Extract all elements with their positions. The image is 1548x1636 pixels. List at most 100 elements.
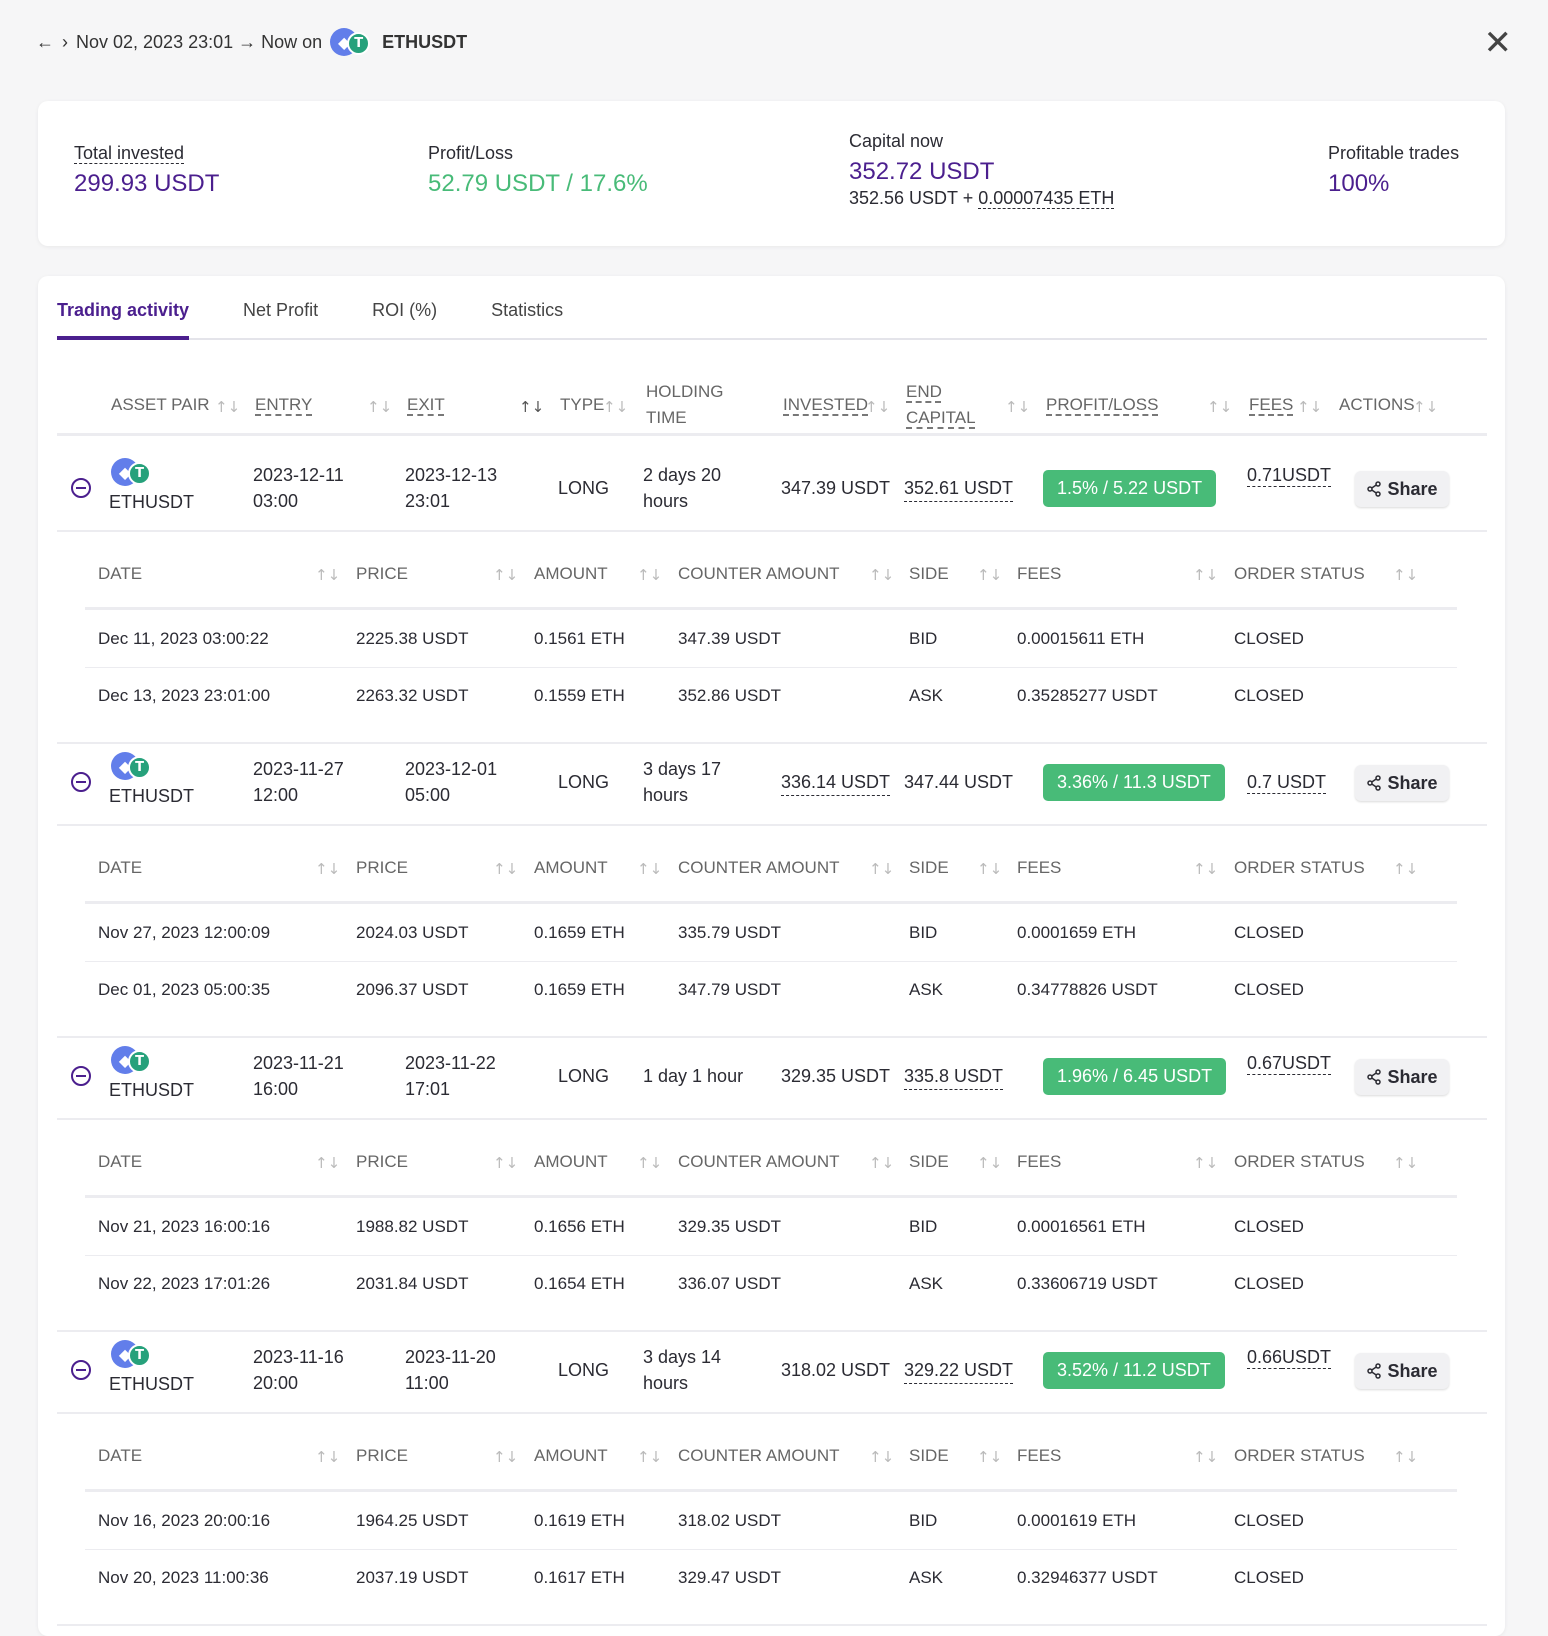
sort-icon[interactable]: ↑↓ [869,566,894,584]
order-col-date[interactable]: DATE [98,858,142,878]
collapse-icon[interactable] [71,772,91,792]
sort-icon[interactable]: ↑↓ [1005,398,1030,416]
order-col-status[interactable]: ORDER STATUS [1234,1446,1365,1466]
order-col-amount[interactable]: AMOUNT [534,564,608,584]
col-type[interactable]: TYPE [560,392,604,418]
sort-icon[interactable]: ↑↓ [1297,398,1322,416]
chevron-right-icon[interactable]: › [62,32,68,53]
sort-icon[interactable]: ↑↓ [869,1154,894,1172]
sort-icon[interactable]: ↑↓ [637,1448,662,1466]
order-col-status[interactable]: ORDER STATUS [1234,858,1365,878]
sort-icon[interactable]: ↑↓ [977,1154,1002,1172]
collapse-icon[interactable] [71,1066,91,1086]
sort-icon[interactable]: ↑↓ [637,1154,662,1172]
total-invested-label[interactable]: Total invested [74,143,185,164]
order-col-side[interactable]: SIDE [909,858,949,878]
collapse-icon[interactable] [71,478,91,498]
trade-row[interactable]: ◆ T ETHUSDT 2023-11-16 20:00 2023-11-20 11… [57,1326,1487,1414]
trade-fees[interactable]: 0.7 USDT [1247,769,1327,795]
order-col-status[interactable]: ORDER STATUS [1234,564,1365,584]
order-col-price[interactable]: PRICE [356,1152,408,1172]
share-button[interactable]: Share [1355,471,1449,507]
order-col-side[interactable]: SIDE [909,564,949,584]
sort-icon[interactable]: ↑↓ [1393,1448,1418,1466]
order-col-amount[interactable]: AMOUNT [534,1446,608,1466]
sort-icon[interactable]: ↑↓ [493,860,518,878]
trade-row[interactable]: ◆ T ETHUSDT 2023-12-11 03:00 2023-12-13 23… [57,444,1487,532]
back-arrow-icon[interactable]: ← [36,32,54,53]
order-col-price[interactable]: PRICE [356,858,408,878]
sort-icon[interactable]: ↑↓ [977,1448,1002,1466]
sort-icon[interactable]: ↑↓ [493,1448,518,1466]
col-profit-loss[interactable]: PROFIT/LOSS [1046,392,1158,418]
sort-icon[interactable]: ↑↓ [1193,860,1218,878]
sort-icon[interactable]: ↑↓ [1413,398,1438,416]
trade-row[interactable]: ◆ T ETHUSDT 2023-11-21 16:00 2023-11-22 17… [57,1032,1487,1120]
sort-icon[interactable]: ↑↓ [869,860,894,878]
trade-fees[interactable]: 0.67USDT [1247,1050,1332,1076]
close-icon[interactable]: ✕ [1484,26,1513,60]
tab-trading-activity[interactable]: Trading activity [57,300,190,340]
order-col-side[interactable]: SIDE [909,1152,949,1172]
sort-icon[interactable]: ↑↓ [1193,1154,1218,1172]
share-button[interactable]: Share [1355,1059,1449,1095]
order-col-counter[interactable]: COUNTER AMOUNT [678,1152,840,1172]
sort-icon[interactable]: ↑↓ [637,566,662,584]
sort-icon[interactable]: ↑↓ [637,860,662,878]
col-holding-time[interactable]: HOLDING TIME [646,379,723,431]
sort-icon[interactable]: ↑↓ [1393,1154,1418,1172]
order-col-counter[interactable]: COUNTER AMOUNT [678,858,840,878]
sort-icon[interactable]: ↑↓ [493,566,518,584]
order-col-date[interactable]: DATE [98,1152,142,1172]
order-col-price[interactable]: PRICE [356,564,408,584]
col-fees[interactable]: FEES [1249,392,1293,418]
order-col-side[interactable]: SIDE [909,1446,949,1466]
tab-statistics[interactable]: Statistics [491,300,563,340]
order-col-fees[interactable]: FEES [1017,1152,1061,1172]
sort-icon[interactable]: ↑↓ [315,1448,340,1466]
tab-net-profit[interactable]: Net Profit [243,300,318,340]
order-col-fees[interactable]: FEES [1017,564,1061,584]
order-col-status[interactable]: ORDER STATUS [1234,1152,1365,1172]
trade-row[interactable]: ◆ T ETHUSDT 2023-11-27 12:00 2023-12-01 05… [57,738,1487,826]
sort-icon[interactable]: ↑↓ [1393,860,1418,878]
order-col-amount[interactable]: AMOUNT [534,858,608,878]
sort-icon[interactable]: ↑↓ [977,566,1002,584]
col-exit[interactable]: EXIT [407,392,445,418]
sort-icon[interactable]: ↑↓ [315,566,340,584]
sort-icon[interactable]: ↑↓ [1393,566,1418,584]
share-button[interactable]: Share [1355,765,1449,801]
capital-breakdown-eth[interactable]: 0.00007435 ETH [978,188,1115,209]
sort-desc-icon[interactable]: ↑↓ [519,398,544,416]
order-col-fees[interactable]: FEES [1017,858,1061,878]
order-col-fees[interactable]: FEES [1017,1446,1061,1466]
sort-icon[interactable]: ↑↓ [315,1154,340,1172]
sort-icon[interactable]: ↑↓ [869,1448,894,1466]
sort-icon[interactable]: ↑↓ [1193,1448,1218,1466]
collapse-icon[interactable] [71,1360,91,1380]
col-asset-pair[interactable]: ASSET PAIR [111,392,210,418]
trade-pair: ETHUSDT [109,492,194,512]
sort-icon[interactable]: ↑↓ [367,398,392,416]
share-button[interactable]: Share [1355,1353,1449,1389]
sort-icon[interactable]: ↑↓ [977,860,1002,878]
sort-icon[interactable]: ↑↓ [1207,398,1232,416]
trade-fees[interactable]: 0.66USDT [1247,1344,1332,1370]
col-entry[interactable]: ENTRY [255,392,312,418]
trade-fees[interactable]: 0.71USDT [1247,462,1332,488]
order-col-counter[interactable]: COUNTER AMOUNT [678,564,840,584]
order-col-date[interactable]: DATE [98,564,142,584]
sort-icon[interactable]: ↑↓ [1193,566,1218,584]
order-col-counter[interactable]: COUNTER AMOUNT [678,1446,840,1466]
col-invested[interactable]: INVESTED [783,392,868,418]
order-col-date[interactable]: DATE [98,1446,142,1466]
sort-icon[interactable]: ↑↓ [603,398,628,416]
sort-icon[interactable]: ↑↓ [493,1154,518,1172]
order-col-price[interactable]: PRICE [356,1446,408,1466]
sort-icon[interactable]: ↑↓ [865,398,890,416]
tab-roi[interactable]: ROI (%) [372,300,437,340]
col-end-capital[interactable]: END CAPITAL [906,379,976,431]
sort-icon[interactable]: ↑↓ [215,398,240,416]
order-col-amount[interactable]: AMOUNT [534,1152,608,1172]
sort-icon[interactable]: ↑↓ [315,860,340,878]
